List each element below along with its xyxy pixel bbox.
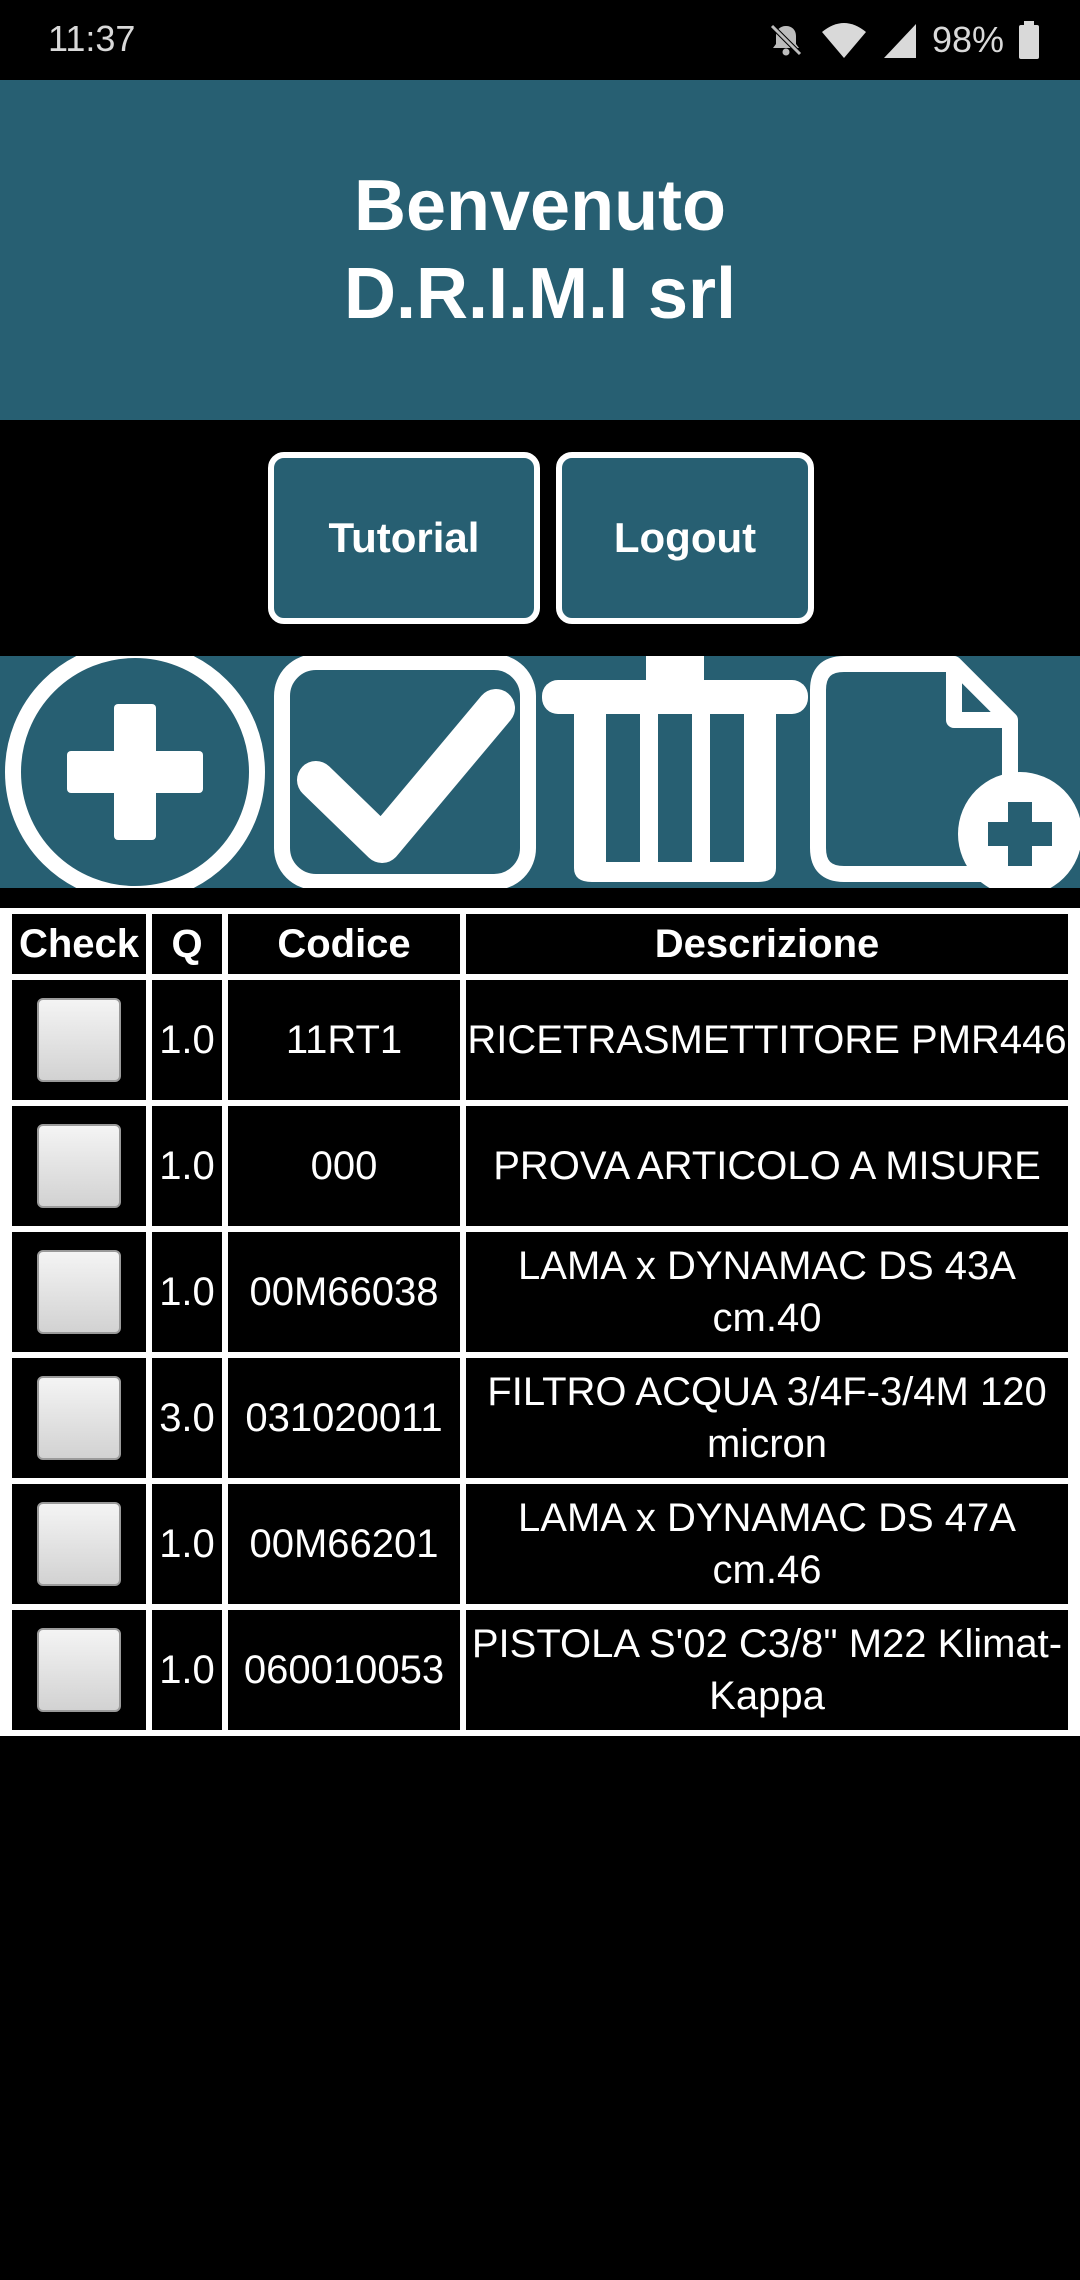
description-cell: LAMA x DYNAMAC DS 47A cm.46 — [466, 1484, 1068, 1604]
check-cell — [12, 1232, 146, 1352]
action-toolbar — [0, 656, 1080, 888]
status-icons: 98% — [766, 14, 1040, 66]
quantity-cell: 3.0 — [152, 1358, 222, 1478]
logout-button[interactable]: Logout — [556, 452, 814, 624]
wifi-icon — [820, 20, 868, 60]
table-row: 1.0 00M66038 LAMA x DYNAMAC DS 43A cm.40 — [12, 1232, 1068, 1352]
table-row: 1.0 11RT1 RICETRASMETTITORE PMR446 — [12, 980, 1068, 1100]
quantity-cell: 1.0 — [152, 1484, 222, 1604]
description-cell: RICETRASMETTITORE PMR446 — [466, 980, 1068, 1100]
trash-icon — [542, 656, 808, 882]
row-checkbox[interactable] — [37, 1628, 121, 1712]
code-cell: 11RT1 — [228, 980, 460, 1100]
battery-label: 98% — [931, 19, 1004, 60]
status-bar: 11:37 98% — [0, 0, 1080, 80]
new-document-icon — [810, 656, 1080, 888]
quantity-cell: 1.0 — [152, 1106, 222, 1226]
row-checkbox[interactable] — [37, 1250, 121, 1334]
quantity-cell: 1.0 — [152, 980, 222, 1100]
check-cell — [12, 1358, 146, 1478]
new-document-button[interactable] — [810, 656, 1080, 888]
description-cell: FILTRO ACQUA 3/4F-3/4M 120 micron — [466, 1358, 1068, 1478]
table-row: 1.0 000 PROVA ARTICOLO A MISURE — [12, 1106, 1068, 1226]
table-header-row: Check Q Codice Descrizione — [12, 914, 1068, 974]
code-cell: 00M66201 — [228, 1484, 460, 1604]
description-cell: PROVA ARTICOLO A MISURE — [466, 1106, 1068, 1226]
code-cell: 000 — [228, 1106, 460, 1226]
code-cell: 00M66038 — [228, 1232, 460, 1352]
company-name: D.R.I.M.I srl — [343, 254, 737, 334]
quantity-cell: 1.0 — [152, 1232, 222, 1352]
row-checkbox[interactable] — [37, 1124, 121, 1208]
code-cell: 060010053 — [228, 1610, 460, 1730]
notifications-off-icon — [766, 20, 806, 60]
column-header-quantity: Q — [152, 914, 222, 974]
row-checkbox[interactable] — [37, 998, 121, 1082]
battery-icon — [1018, 20, 1040, 60]
check-box-icon — [274, 656, 536, 888]
tutorial-button[interactable]: Tutorial — [268, 452, 540, 624]
status-time: 11:37 — [48, 18, 136, 59]
check-cell — [12, 980, 146, 1100]
table-row: 3.0 031020011 FILTRO ACQUA 3/4F-3/4M 120… — [12, 1358, 1068, 1478]
check-cell — [12, 1610, 146, 1730]
description-cell: PISTOLA S'02 C3/8" M22 Klimat-Kappa — [466, 1610, 1068, 1730]
add-circle-icon — [5, 656, 265, 888]
table-row: 1.0 060010053 PISTOLA S'02 C3/8" M22 Kli… — [12, 1610, 1068, 1730]
check-cell — [12, 1106, 146, 1226]
check-cell — [12, 1484, 146, 1604]
row-checkbox[interactable] — [37, 1502, 121, 1586]
items-table: Check Q Codice Descrizione 1.0 11RT1 RIC… — [0, 908, 1080, 1736]
description-cell: LAMA x DYNAMAC DS 43A cm.40 — [466, 1232, 1068, 1352]
add-button[interactable] — [0, 656, 270, 888]
welcome-header: Benvenuto D.R.I.M.I srl — [0, 80, 1080, 420]
column-header-check: Check — [12, 914, 146, 974]
signal-icon — [882, 20, 918, 60]
confirm-button[interactable] — [270, 656, 540, 888]
delete-button[interactable] — [540, 656, 810, 888]
row-checkbox[interactable] — [37, 1376, 121, 1460]
welcome-title: Benvenuto — [353, 166, 727, 246]
column-header-code: Codice — [228, 914, 460, 974]
code-cell: 031020011 — [228, 1358, 460, 1478]
column-header-description: Descrizione — [466, 914, 1068, 974]
quantity-cell: 1.0 — [152, 1610, 222, 1730]
table-row: 1.0 00M66201 LAMA x DYNAMAC DS 47A cm.46 — [12, 1484, 1068, 1604]
